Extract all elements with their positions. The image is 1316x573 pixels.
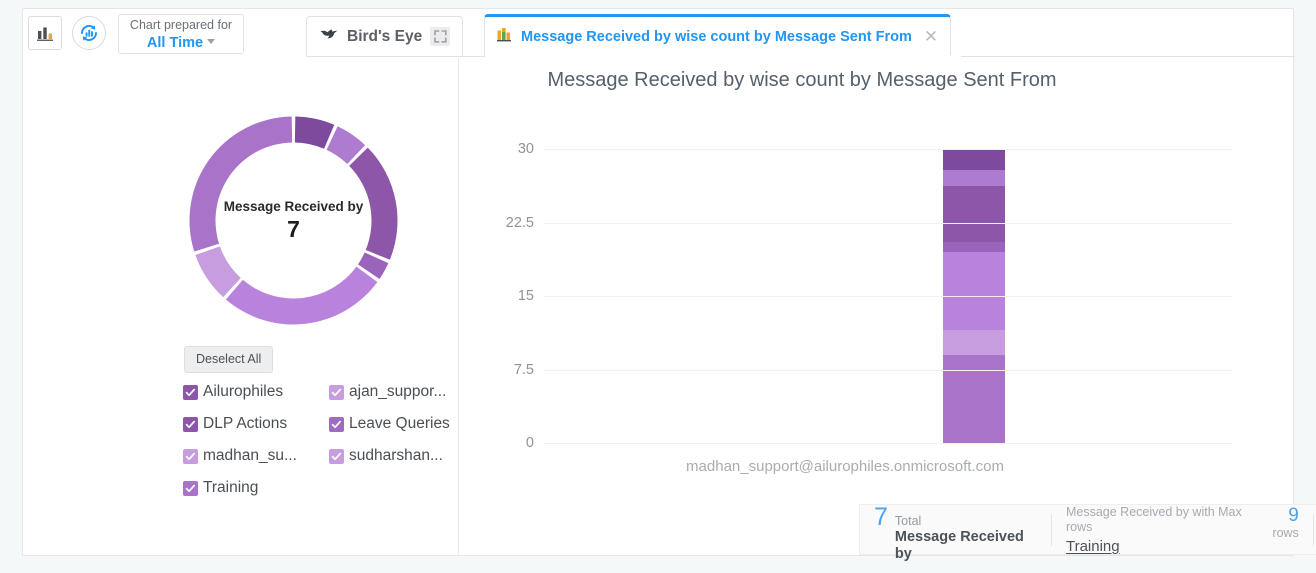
- chart-type-button[interactable]: [28, 16, 62, 50]
- bar-segment[interactable]: [943, 330, 1005, 355]
- summary-total-caption: Total: [894, 514, 922, 528]
- close-icon[interactable]: ✕: [924, 28, 938, 45]
- legend-item[interactable]: madhan_su...: [183, 440, 329, 472]
- gridline: [543, 443, 1233, 444]
- donut-chart: Message Received by 7: [186, 113, 401, 328]
- legend-item[interactable]: Leave Queries: [329, 408, 475, 440]
- legend-item-label: DLP Actions: [203, 415, 288, 432]
- bar-chart-icon: [36, 25, 54, 42]
- checkbox-icon[interactable]: [183, 480, 198, 496]
- bar-segment[interactable]: [943, 354, 1005, 443]
- legend-list: Ailurophiles ajan_suppor... DLP Actions Lea…: [183, 376, 483, 504]
- legend-panel: Message Received by 7 Deselect All Ailur…: [23, 58, 459, 556]
- summary-total: 7 Total Message Received by: [860, 503, 1051, 563]
- checkbox-icon[interactable]: [329, 448, 344, 464]
- prepared-for-label: Chart prepared for: [129, 18, 233, 32]
- deselect-all-button[interactable]: Deselect All: [184, 346, 274, 373]
- plot-area: 0 7.5 15 22.5 30: [506, 141, 1233, 451]
- summary-bar: 7 Total Message Received by Message Rece…: [859, 503, 1316, 563]
- donut-svg: [189, 116, 398, 325]
- tab-strip: Bird's Eye Message Received by wise coun…: [306, 9, 1295, 57]
- app-root: Chart prepared for All Time Bird's Eye M…: [0, 0, 1316, 573]
- tab-birds-eye[interactable]: Bird's Eye: [306, 16, 464, 56]
- gridline: [543, 369, 1233, 371]
- tab-active-mask: [485, 55, 961, 57]
- legend-item-label: sudharshan...: [349, 447, 443, 464]
- summary-max-rows: Message Received by with Max rows Traini…: [1052, 505, 1313, 556]
- summary-total-value: 7: [874, 503, 888, 531]
- chart-canvas: Chart prepared for All Time Bird's Eye M…: [22, 8, 1316, 562]
- legend-item[interactable]: Training: [183, 472, 329, 504]
- refresh-chart-icon: [78, 22, 100, 44]
- legend-item[interactable]: Ailurophiles: [183, 376, 329, 408]
- checkbox-icon[interactable]: [329, 416, 344, 432]
- summary-max-count: 9: [1288, 505, 1299, 526]
- chart-prepared-for-selector[interactable]: Chart prepared for All Time: [118, 14, 244, 54]
- checkbox-icon[interactable]: [183, 384, 198, 400]
- toolbar: Chart prepared for All Time Bird's Eye M…: [23, 9, 1295, 57]
- chevron-down-icon: [207, 39, 216, 44]
- y-axis-tick: 15: [517, 288, 534, 304]
- bird-icon: [319, 26, 339, 47]
- checkbox-icon[interactable]: [183, 448, 198, 464]
- tab-message-received-chart[interactable]: Message Received by wise count by Messag…: [484, 14, 952, 56]
- summary-max-unit: rows: [1272, 526, 1299, 540]
- tab-birds-eye-label: Bird's Eye: [347, 27, 423, 45]
- legend-item-label: madhan_su...: [203, 447, 297, 464]
- gridline: [543, 296, 1233, 297]
- bar-segment[interactable]: [943, 242, 1005, 252]
- donut-segment[interactable]: [294, 116, 335, 149]
- legend-item-label: Training: [203, 479, 259, 496]
- bar-segment[interactable]: [943, 169, 1005, 187]
- bar-segment[interactable]: [943, 251, 1005, 331]
- checkbox-icon[interactable]: [329, 384, 344, 400]
- legend-item-label: Leave Queries: [349, 415, 450, 432]
- summary-max-caption: Message Received by with Max rows: [1065, 505, 1242, 534]
- gridline: [543, 222, 1233, 224]
- bar-segment[interactable]: [943, 186, 1005, 243]
- legend-item-label: Ailurophiles: [203, 383, 284, 400]
- checkbox-icon[interactable]: [183, 416, 198, 432]
- refresh-chart-button[interactable]: [72, 16, 106, 50]
- legend-item[interactable]: ajan_suppor...: [329, 376, 475, 408]
- gridline: [543, 149, 1233, 150]
- legend-item[interactable]: sudharshan...: [329, 440, 475, 472]
- donut-segment[interactable]: [349, 147, 398, 260]
- donut-segment[interactable]: [195, 246, 241, 298]
- donut-segment[interactable]: [225, 266, 378, 325]
- bar-chart-color-icon: [497, 27, 513, 47]
- y-axis-tick: 7.5: [513, 361, 534, 378]
- y-axis-tick: 22.5: [505, 214, 534, 231]
- y-axis-tick: 30: [517, 141, 534, 157]
- summary-total-label: Message Received by: [894, 529, 1024, 562]
- summary-max-name[interactable]: Training: [1066, 538, 1254, 556]
- expand-icon[interactable]: [430, 27, 451, 46]
- x-axis-label: madhan_support@ailurophiles.onmicrosoft.…: [686, 458, 1004, 475]
- y-axis-tick: 0: [525, 435, 534, 451]
- tab-message-received-chart-label: Message Received by wise count by Messag…: [521, 28, 912, 45]
- prepared-for-value: All Time: [146, 35, 204, 51]
- legend-item[interactable]: DLP Actions: [183, 408, 329, 440]
- legend-item-label: ajan_suppor...: [349, 383, 447, 400]
- bar-segment[interactable]: [943, 149, 1005, 170]
- donut-segment[interactable]: [189, 116, 293, 252]
- bar-chart-panel: 0 7.5 15 22.5 30 madhan_support@ailurophiles…: [460, 58, 1316, 562]
